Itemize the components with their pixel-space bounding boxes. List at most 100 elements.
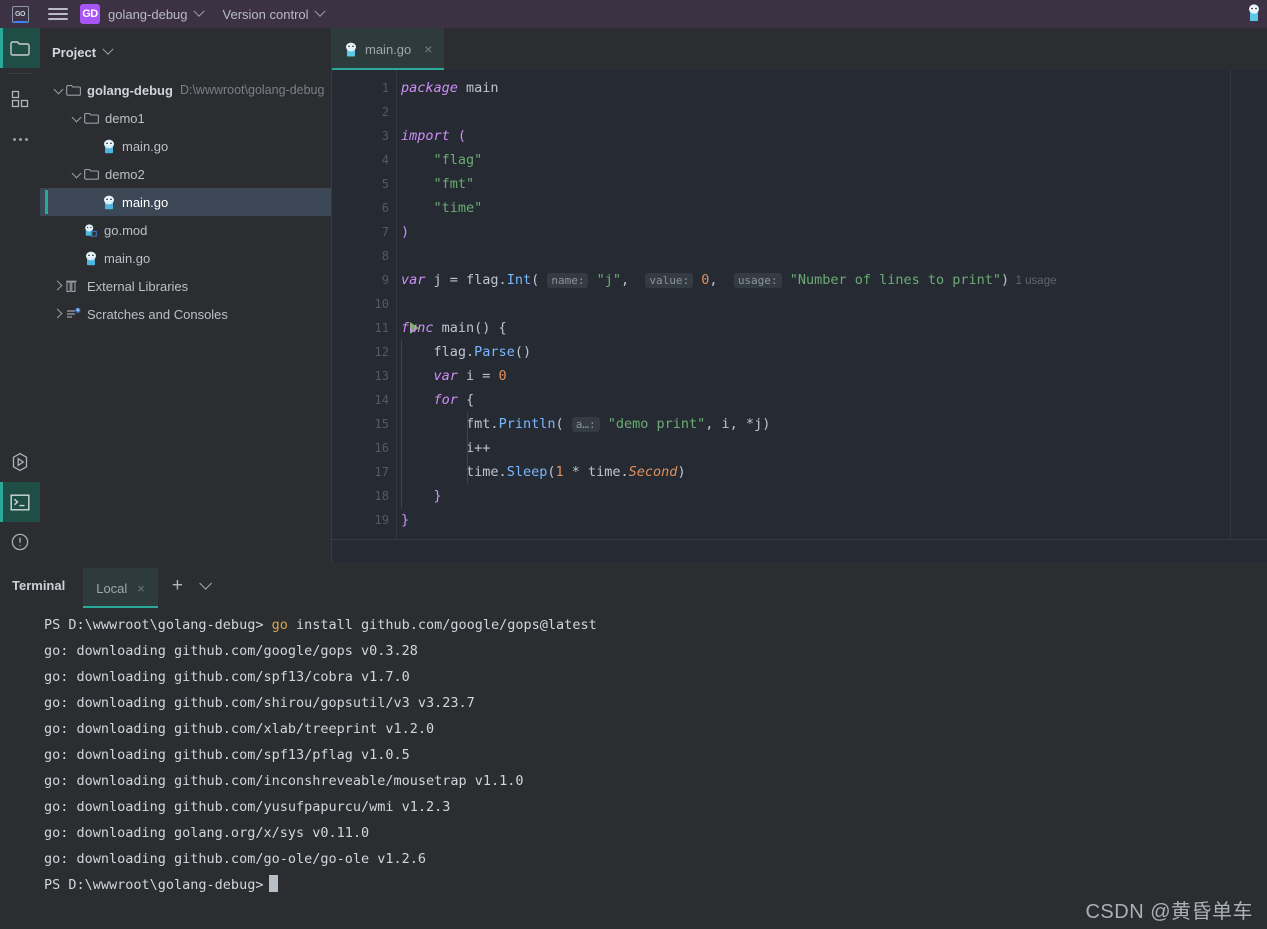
code-token: var (434, 368, 458, 384)
chevron-down-icon[interactable] (70, 167, 84, 181)
chevron-down-icon[interactable] (199, 577, 212, 590)
terminal-line: PS D:\wwwroot\golang-debug> (44, 872, 1267, 898)
code-token: "fmt" (434, 176, 475, 192)
editor-gutter[interactable]: 12345678910111213141516171819 (332, 70, 397, 539)
sidebar-item-project[interactable] (0, 28, 40, 68)
terminal-tab-local[interactable]: Local × (83, 568, 158, 608)
gutter-line-number: 9 (332, 268, 397, 292)
terminal-output[interactable]: PS D:\wwwroot\golang-debug> go install g… (0, 608, 1267, 929)
terminal-prompt: PS D:\wwwroot\golang-debug> (44, 617, 272, 633)
terminal-line: go: downloading github.com/google/gops v… (44, 638, 1267, 664)
code-token (401, 176, 434, 192)
code-token (401, 416, 466, 432)
tree-item-label: demo2 (105, 167, 145, 182)
code-token: "demo print" (608, 416, 706, 432)
folder-icon (66, 84, 81, 97)
code-line: package main (401, 76, 1267, 100)
code-token (401, 392, 434, 408)
tree-item[interactable]: demo1 (40, 104, 331, 132)
tree-item[interactable]: main.go (40, 132, 331, 160)
tab-main-go[interactable]: main.go × (332, 28, 444, 70)
code-token: . (499, 464, 507, 480)
terminal-line: go: downloading github.com/yusufpapurcu/… (44, 794, 1267, 820)
terminal-text: go: downloading github.com/shirou/gopsut… (44, 695, 475, 711)
close-icon[interactable]: × (424, 42, 432, 56)
code-token: () { (474, 320, 507, 336)
chevron-right-icon[interactable] (52, 279, 66, 293)
gutter-line-number: 17 (332, 460, 397, 484)
code-token: i++ (466, 440, 490, 456)
chevron-right-icon[interactable] (52, 307, 66, 321)
code-token (401, 368, 434, 384)
code-token (401, 200, 434, 216)
version-control-menu[interactable]: Version control (203, 7, 324, 22)
code-token: "j" (597, 272, 621, 288)
code-content[interactable]: package main import ( "flag" "fmt" "time… (397, 70, 1267, 539)
grid-squares-icon (11, 90, 29, 108)
project-panel-header[interactable]: Project (40, 36, 331, 68)
usage-hint[interactable]: 1 usage (1009, 275, 1056, 287)
gutter-line-number: 3 (332, 124, 397, 148)
folder-icon (84, 168, 99, 181)
terminal-icon (10, 494, 30, 511)
chevron-down-icon[interactable] (52, 83, 66, 97)
code-token (434, 320, 442, 336)
chevron-down-icon (102, 44, 113, 55)
sidebar-item-run[interactable] (0, 442, 40, 482)
sidebar-item-structure[interactable] (0, 79, 40, 119)
indent-guide (467, 412, 468, 484)
code-token: , i, *j) (705, 416, 770, 432)
sidebar-item-more[interactable] (0, 119, 40, 159)
add-terminal-button[interactable]: + (172, 576, 183, 595)
project-name-label: golang-debug (108, 7, 188, 22)
hamburger-menu-icon[interactable] (48, 0, 68, 28)
tree-item-label: Scratches and Consoles (87, 307, 228, 322)
code-token: ( (555, 416, 571, 432)
tab-label: main.go (365, 42, 411, 57)
code-token: * (564, 464, 588, 480)
tree-item[interactable]: External Libraries (40, 272, 331, 300)
tree-item[interactable]: demo2 (40, 160, 331, 188)
code-line: var i = 0 (401, 364, 1267, 388)
ellipsis-icon (13, 138, 28, 141)
gopher-icon (102, 195, 116, 210)
code-token: () (515, 344, 531, 360)
tree-item[interactable]: Scratches and Consoles (40, 300, 331, 328)
gopher-icon (1247, 4, 1261, 22)
project-name-menu[interactable]: golang-debug (100, 7, 203, 22)
close-icon[interactable]: × (137, 581, 145, 596)
code-token (600, 416, 608, 432)
inlay-hint: usage: (734, 273, 782, 288)
tree-item-selected[interactable]: main.go (40, 188, 331, 216)
terminal-line: go: downloading github.com/shirou/gopsut… (44, 690, 1267, 716)
code-token: main (466, 80, 499, 96)
sidebar-item-terminal[interactable] (0, 482, 40, 522)
terminal-line: go: downloading github.com/go-ole/go-ole… (44, 846, 1267, 872)
tree-item-label: main.go (104, 251, 150, 266)
gutter-line-number: 8 (332, 244, 397, 268)
tree-item[interactable]: main.go (40, 244, 331, 272)
sidebar-item-problems[interactable] (0, 522, 40, 562)
terminal-prompt: PS D:\wwwroot\golang-debug> (44, 877, 263, 893)
chevron-down-icon[interactable] (70, 111, 84, 125)
chevron-down-icon (314, 6, 325, 17)
code-line: ) (401, 220, 1267, 244)
gutter-line-number: 10 (332, 292, 397, 316)
code-token: 1 (555, 464, 563, 480)
terminal-line: go: downloading github.com/xlab/treeprin… (44, 716, 1267, 742)
left-tool-rail (0, 28, 40, 562)
code-token (401, 440, 466, 456)
terminal-cursor (269, 875, 278, 892)
tree-spacer (88, 139, 102, 153)
tree-item[interactable]: go.mod (40, 216, 331, 244)
editor-scrollbar-track[interactable] (1230, 70, 1267, 539)
terminal-text: install github.com/google/gops@latest (288, 617, 597, 633)
code-token: 0 (499, 368, 507, 384)
tree-item[interactable]: golang-debugD:\wwwroot\golang-debug (40, 76, 331, 104)
code-line: "time" (401, 196, 1267, 220)
code-token: } (434, 488, 442, 504)
code-token: ( (458, 128, 466, 144)
gopher-icon (102, 139, 116, 154)
terminal-text: go: downloading github.com/yusufpapurcu/… (44, 799, 450, 815)
gutter-line-number: 13 (332, 364, 397, 388)
